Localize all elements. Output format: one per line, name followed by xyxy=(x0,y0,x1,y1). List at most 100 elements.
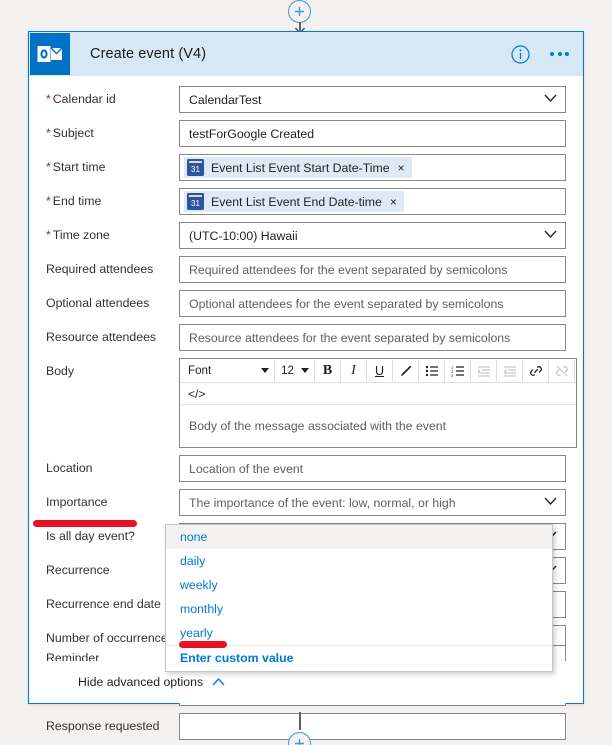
field-label-end-time: * End time xyxy=(46,194,102,208)
indent-increase-button[interactable] xyxy=(471,359,497,382)
body-input[interactable]: Body of the message associated with the … xyxy=(180,405,576,447)
subject-input[interactable]: testForGoogle Created xyxy=(179,120,566,147)
indent-decrease-button[interactable] xyxy=(497,359,523,382)
field-control-location: Location of the event xyxy=(179,455,566,482)
dropdown-option-weekly[interactable]: weekly xyxy=(166,573,552,597)
annotation-underline-yearly xyxy=(179,641,227,648)
importance-select[interactable]: The importance of the event: low, normal… xyxy=(179,489,566,516)
annotation-underline-recurrence xyxy=(33,520,137,527)
toggle-advanced-options-button[interactable]: Hide advanced options xyxy=(78,675,225,689)
unlink-icon xyxy=(555,365,568,376)
required-marker: * xyxy=(46,160,51,174)
time-zone-select[interactable]: (UTC-10:00) Hawaii xyxy=(179,222,566,249)
field-label-subject: * Subject xyxy=(46,126,94,140)
field-control-resource-attendees: Resource attendees for the event separat… xyxy=(179,324,566,351)
field-row-end-time: * End time 31 Event List Event End Date-t… xyxy=(46,188,566,215)
calendar-id-select[interactable]: CalendarTest xyxy=(179,86,566,113)
field-row-resource-attendees: Resource attendees Resource attendees fo… xyxy=(46,324,566,351)
field-row-calendar-id: * Calendar id CalendarTest xyxy=(46,86,566,113)
italic-button[interactable]: I xyxy=(341,359,367,382)
indent-increase-icon xyxy=(477,365,490,377)
dropdown-enter-custom-value[interactable]: Enter custom value xyxy=(166,646,552,670)
ellipsis-dot xyxy=(557,52,562,56)
underline-button[interactable]: U xyxy=(367,359,393,382)
rich-text-toolbar: Font 12 B I U 1 2 3 xyxy=(180,359,576,383)
unlink-button[interactable] xyxy=(549,359,575,382)
plus-icon xyxy=(295,739,304,745)
dropdown-option-monthly[interactable]: monthly xyxy=(166,597,552,621)
flow-designer-canvas: Create event (V4) * Calendar id Calendar… xyxy=(0,0,612,745)
dynamic-token[interactable]: 31 Event List Event End Date-time × xyxy=(184,191,404,212)
field-row-location: Location Location of the event xyxy=(46,455,566,482)
bold-button[interactable]: B xyxy=(315,359,341,382)
recurrence-dropdown-menu[interactable]: none daily weekly monthly yearly Enter c… xyxy=(165,524,553,672)
add-step-button-top[interactable] xyxy=(288,0,311,23)
token-remove-icon[interactable]: × xyxy=(398,161,405,175)
field-label-optional-attendees: Optional attendees xyxy=(46,296,150,310)
advanced-options-label: Hide advanced options xyxy=(78,675,204,689)
field-label-importance: Importance xyxy=(46,495,108,509)
dynamic-token[interactable]: 31 Event List Event Start Date-Time × xyxy=(184,157,412,178)
ellipsis-icon[interactable] xyxy=(546,46,573,62)
end-time-input[interactable]: 31 Event List Event End Date-time × xyxy=(179,188,566,215)
info-circle-glyph xyxy=(511,44,530,64)
font-family-value: Font xyxy=(188,364,212,377)
dropdown-option-daily[interactable]: daily xyxy=(166,549,552,573)
code-view-button[interactable]: </> xyxy=(180,383,576,405)
field-row-time-zone: * Time zone (UTC-10:00) Hawaii xyxy=(46,222,566,249)
field-label-body: Body xyxy=(46,364,75,378)
caret-down-icon xyxy=(261,368,269,373)
rich-text-editor: Font 12 B I U 1 2 3 </> Body of the mess… xyxy=(179,358,577,448)
token-remove-icon[interactable]: × xyxy=(390,195,397,209)
info-icon[interactable] xyxy=(511,44,530,64)
numbered-list-button[interactable]: 1 2 3 xyxy=(445,359,471,382)
calendar-31-icon: 31 xyxy=(187,159,204,176)
resource-attendees-input[interactable]: Resource attendees for the event separat… xyxy=(179,324,566,351)
dropdown-option-none[interactable]: none xyxy=(166,525,552,549)
subject-value: testForGoogle Created xyxy=(189,126,315,141)
field-label-recurrence: Recurrence xyxy=(46,563,110,577)
ellipsis-dot xyxy=(565,52,569,56)
required-attendees-input[interactable]: Required attendees for the event separat… xyxy=(179,256,566,283)
field-row-subject: * Subject testForGoogle Created xyxy=(46,120,566,147)
field-row-start-time: * Start time 31 Event List Event Start Da… xyxy=(46,154,566,181)
field-label-time-zone: * Time zone xyxy=(46,228,110,242)
card-header: Create event (V4) xyxy=(29,32,583,76)
field-row-optional-attendees: Optional attendees Optional attendees fo… xyxy=(46,290,566,317)
bulleted-list-button[interactable] xyxy=(419,359,445,382)
underline-icon: U xyxy=(374,363,385,378)
field-label-start-time: * Start time xyxy=(46,160,106,174)
field-control-importance: The importance of the event: low, normal… xyxy=(179,489,566,516)
add-step-button-bottom[interactable] xyxy=(288,732,311,745)
required-marker: * xyxy=(46,194,51,208)
field-control-required-attendees: Required attendees for the event separat… xyxy=(179,256,566,283)
field-label-number-of-occurrences: Number of occurrences xyxy=(46,631,174,645)
field-row-required-attendees: Required attendees Required attendees fo… xyxy=(46,256,566,283)
highlight-button[interactable] xyxy=(393,359,419,382)
italic-icon: I xyxy=(351,362,356,378)
field-control-subject: testForGoogle Created xyxy=(179,120,566,147)
font-family-select[interactable]: Font xyxy=(181,359,275,382)
required-marker: * xyxy=(46,228,51,242)
numbered-list-icon: 1 2 3 xyxy=(451,365,464,377)
optional-attendees-input[interactable]: Optional attendees for the event separat… xyxy=(179,290,566,317)
required-marker: * xyxy=(46,92,51,106)
bold-icon: B xyxy=(322,362,333,378)
field-control-start-time: 31 Event List Event Start Date-Time × xyxy=(179,154,566,181)
field-label-resource-attendees: Resource attendees xyxy=(46,330,157,344)
location-input[interactable]: Location of the event xyxy=(179,455,566,482)
field-control-body: Font 12 B I U 1 2 3 </> Body of the mess… xyxy=(179,358,577,448)
field-control-end-time: 31 Event List Event End Date-time × xyxy=(179,188,566,215)
field-label-calendar-id: * Calendar id xyxy=(46,92,116,106)
start-time-input[interactable]: 31 Event List Event Start Date-Time × xyxy=(179,154,566,181)
font-size-value: 12 xyxy=(281,364,294,377)
field-label-required-attendees: Required attendees xyxy=(46,262,154,276)
font-size-select[interactable]: 12 xyxy=(275,359,315,382)
plus-icon xyxy=(295,7,304,16)
calendar-id-value: CalendarTest xyxy=(189,92,262,107)
page-title: Create event (V4) xyxy=(90,46,207,62)
time-zone-value: (UTC-10:00) Hawaii xyxy=(189,228,298,243)
field-control-time-zone: (UTC-10:00) Hawaii xyxy=(179,222,566,249)
link-button[interactable] xyxy=(523,359,549,382)
connector-top xyxy=(0,0,612,34)
